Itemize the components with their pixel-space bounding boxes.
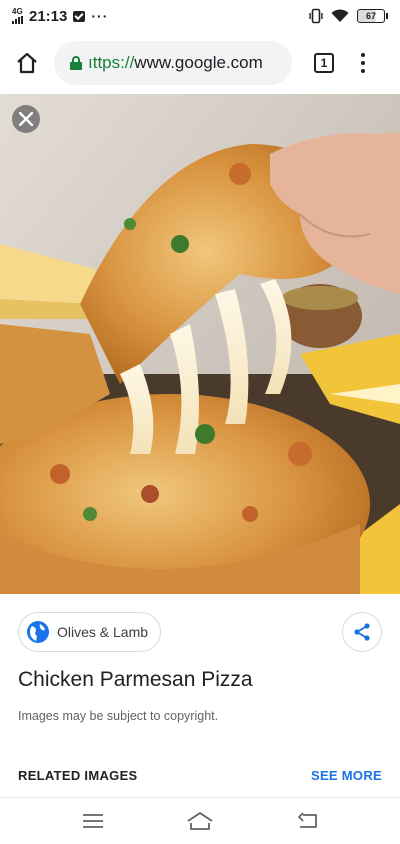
share-icon: [354, 623, 370, 641]
status-bar: 4G 21:13 ··· 67: [0, 0, 400, 32]
vibrate-icon: [309, 8, 323, 24]
wifi-icon: [331, 9, 349, 22]
image-preview[interactable]: [0, 94, 400, 594]
menu-icon: [83, 814, 104, 828]
lock-icon: [70, 56, 82, 70]
more-vert-icon[interactable]: [360, 53, 366, 73]
url-text: ıttps://www.google.com: [88, 53, 263, 72]
clock: 21:13: [29, 7, 68, 25]
image-title[interactable]: Chicken Parmesan Pizza: [18, 668, 253, 692]
source-chip[interactable]: Olives & Lamb: [18, 612, 162, 652]
source-name: Olives & Lamb: [57, 624, 149, 640]
signal-icon: 4G: [12, 8, 23, 24]
share-button[interactable]: [342, 612, 382, 652]
copyright-notice: Images may be subject to copyright.: [18, 709, 219, 723]
more-notifications-icon: ···: [91, 8, 109, 24]
browser-toolbar: ıttps://www.google.com 1: [0, 32, 400, 94]
close-button[interactable]: [12, 105, 40, 133]
menu-button[interactable]: [78, 808, 108, 834]
home-icon: [187, 812, 213, 830]
see-more-link[interactable]: SEE MORE: [311, 768, 382, 783]
address-bar[interactable]: ıttps://www.google.com: [54, 41, 292, 85]
globe-icon: [27, 621, 49, 643]
tab-switcher-button[interactable]: 1: [314, 53, 334, 73]
battery-level: 67: [357, 9, 385, 23]
home-button[interactable]: [10, 46, 44, 80]
pizza-photo: [0, 94, 400, 594]
network-type: 4G: [12, 7, 23, 16]
back-button[interactable]: [292, 808, 322, 834]
battery-icon: 67: [357, 9, 388, 23]
home-icon: [17, 52, 37, 74]
close-icon: [19, 112, 33, 126]
related-images-heading: RELATED IMAGES: [18, 768, 138, 783]
back-icon: [297, 812, 317, 828]
home-nav-button[interactable]: [185, 808, 215, 834]
message-icon: [73, 10, 86, 22]
system-nav-bar: [0, 798, 400, 844]
